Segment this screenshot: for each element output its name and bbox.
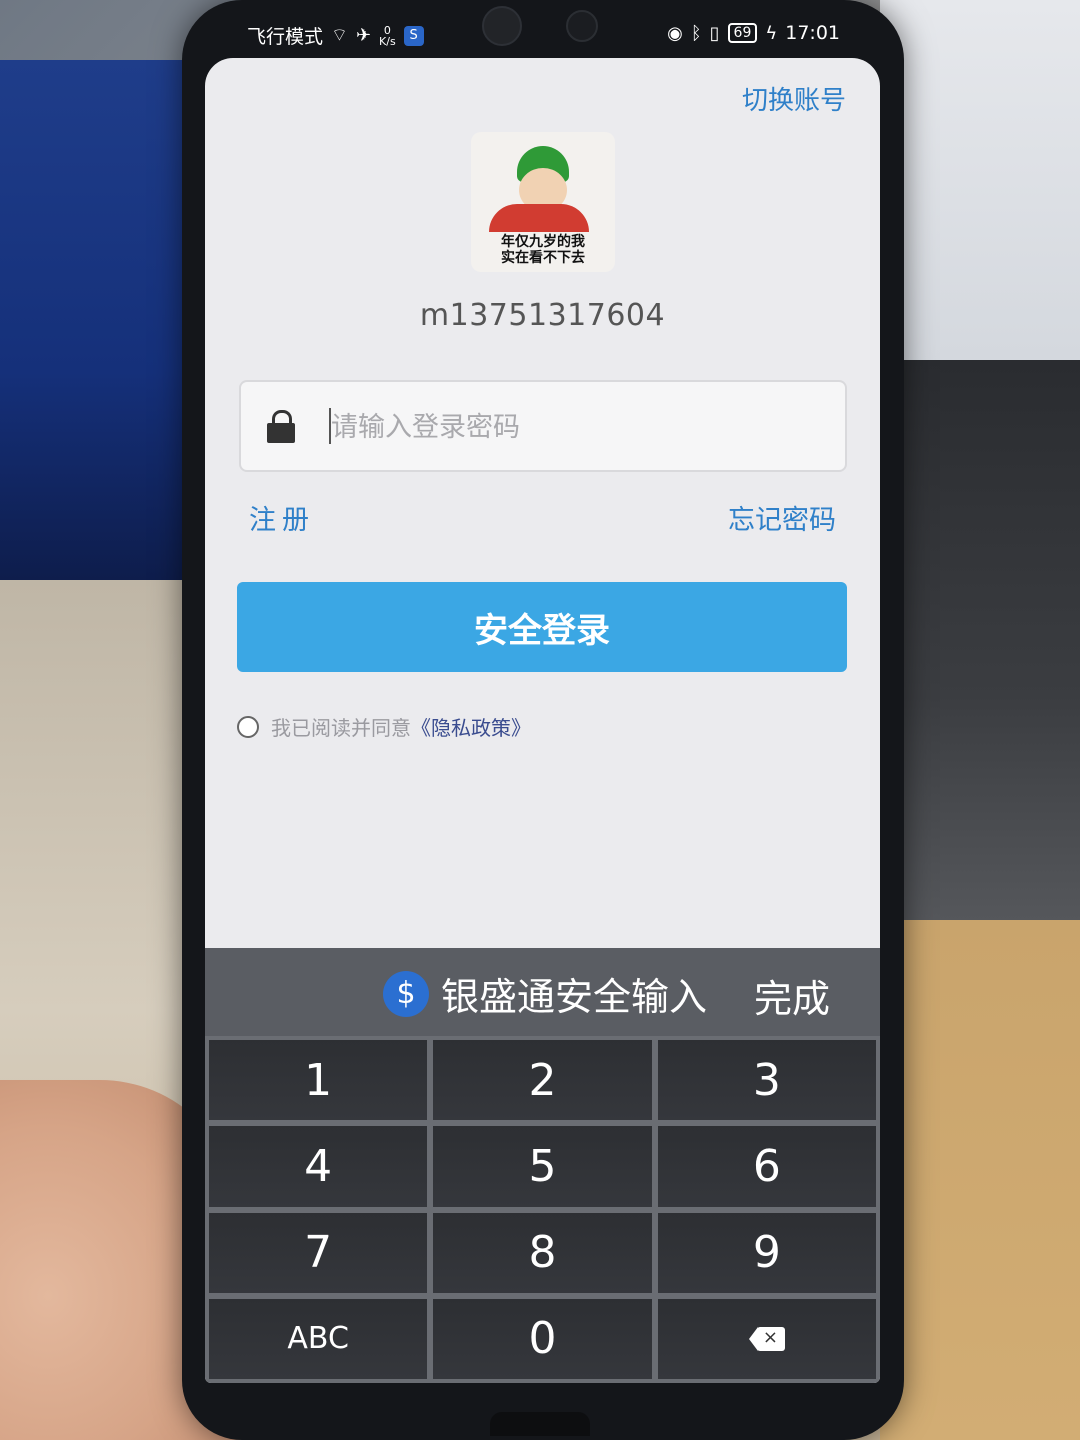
privacy-policy-link[interactable]: 《隐私政策》 — [411, 716, 531, 740]
avatar-caption: 年仅九岁的我 实在看不下去 — [471, 234, 615, 266]
app-notification-icon: S — [403, 25, 424, 46]
background-keyboard — [880, 360, 1080, 920]
key-backspace[interactable]: × — [657, 1298, 876, 1379]
key-2[interactable]: 2 — [433, 1040, 652, 1121]
lock-icon — [267, 410, 295, 443]
avatar-caption-line1: 年仅九岁的我 — [501, 234, 585, 250]
wifi-icon: ⌔ — [331, 25, 348, 46]
keyboard-brand-label: 银盛通安全输入 — [441, 975, 708, 1019]
agreement-row: 我已阅读并同意《隐私政策》 — [237, 712, 531, 741]
background-monitor-right — [880, 0, 1080, 360]
key-1[interactable]: 1 — [209, 1040, 428, 1121]
secure-login-button[interactable]: 安全登录 — [237, 582, 847, 672]
agreement-checkbox[interactable] — [237, 715, 259, 738]
key-0[interactable]: 0 — [433, 1298, 652, 1379]
username-label: m13751317604 — [419, 298, 666, 333]
agreement-text: 我已阅读并同意《隐私政策》 — [271, 712, 531, 741]
charging-icon: ϟ — [765, 22, 778, 44]
eye-comfort-icon: ◉ — [667, 22, 683, 44]
vibrate-icon: ▯ — [709, 22, 720, 44]
password-input[interactable] — [329, 382, 833, 472]
avatar: 年仅九岁的我 实在看不下去 — [471, 132, 615, 272]
key-9[interactable]: 9 — [657, 1212, 876, 1293]
yinshengtong-logo-icon: $ — [383, 970, 429, 1017]
key-7[interactable]: 7 — [209, 1212, 428, 1293]
net-speed-unit: K/s — [379, 34, 396, 48]
key-6[interactable]: 6 — [657, 1126, 876, 1207]
battery-indicator: 69 — [727, 23, 758, 43]
status-left: 飞行模式 ⌔ ✈ 0 K/s S — [247, 22, 424, 49]
avatar-body — [489, 204, 589, 232]
backspace-icon: × — [748, 1326, 785, 1351]
keyboard-done-button[interactable]: 完成 — [754, 968, 830, 1023]
background-monitor — [0, 60, 210, 580]
status-bar: 飞行模式 ⌔ ✈ 0 K/s S ◉ ᛒ ▯ 69 ϟ 17:01 — [205, 12, 880, 58]
password-field[interactable] — [239, 380, 847, 472]
key-abc[interactable]: ABC — [209, 1298, 428, 1379]
background-desk-right — [880, 920, 1080, 1440]
app-screen: 切换账号 年仅九岁的我 实在看不下去 m13751317604 注册 忘记密码 … — [205, 58, 880, 1383]
secure-keyboard-header: $ 银盛通安全输入 完成 — [205, 948, 880, 1036]
register-link[interactable]: 注册 — [249, 498, 315, 537]
key-4[interactable]: 4 — [209, 1126, 428, 1207]
key-3[interactable]: 3 — [657, 1040, 876, 1121]
airplane-mode-label: 飞行模式 — [247, 26, 324, 48]
status-right: ◉ ᛒ ▯ 69 ϟ 17:01 — [667, 22, 840, 44]
key-5[interactable]: 5 — [433, 1126, 652, 1207]
switch-account-link[interactable]: 切换账号 — [742, 80, 846, 117]
home-button — [490, 1412, 590, 1436]
clock: 17:01 — [785, 22, 840, 44]
net-speed: 0 K/s — [379, 25, 396, 47]
airplane-icon: ✈ — [355, 25, 372, 46]
keyboard-brand: $ 银盛通安全输入 — [383, 966, 707, 1021]
key-8[interactable]: 8 — [433, 1212, 652, 1293]
agreement-label: 我已阅读并同意 — [271, 716, 411, 740]
bluetooth-icon: ᛒ — [690, 22, 702, 44]
numeric-keypad: 1 2 3 4 5 6 7 8 9 ABC 0 × — [205, 1036, 880, 1383]
avatar-caption-line2: 实在看不下去 — [501, 250, 585, 266]
forgot-password-link[interactable]: 忘记密码 — [728, 498, 836, 537]
